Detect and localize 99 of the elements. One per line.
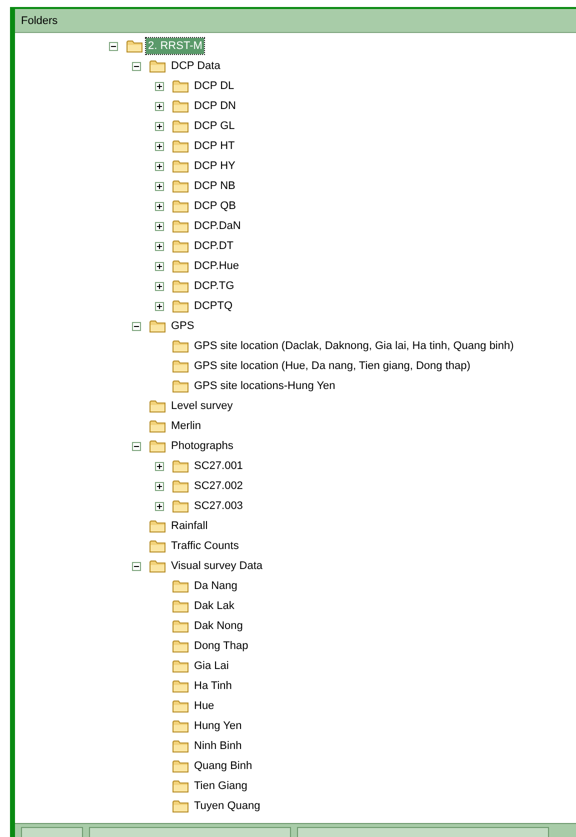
folder-label[interactable]: DCP DL xyxy=(192,78,236,94)
folder-icon xyxy=(172,119,189,133)
expand-button[interactable] xyxy=(155,162,164,170)
folder-label[interactable]: GPS xyxy=(169,318,196,334)
folder-label[interactable]: SC27.002 xyxy=(192,478,245,494)
folder-label[interactable]: DCP.Hue xyxy=(192,258,242,274)
folder-label[interactable]: Dak Lak xyxy=(192,598,236,614)
folder-icon xyxy=(172,99,189,113)
folder-label[interactable]: DCP QB xyxy=(192,198,238,214)
folder-label[interactable]: Hung Yen xyxy=(192,718,244,734)
expand-button[interactable] xyxy=(155,102,164,110)
collapse-button[interactable] xyxy=(132,322,141,330)
folder-icon xyxy=(172,179,189,193)
folder-icon xyxy=(149,399,166,413)
folder-icon xyxy=(172,799,189,813)
collapse-button[interactable] xyxy=(132,562,141,570)
folder-icon xyxy=(172,279,189,293)
folder-label[interactable]: Gia Lai xyxy=(192,658,231,674)
expand-button[interactable] xyxy=(155,222,164,230)
collapse-button[interactable] xyxy=(109,42,118,50)
expand-button[interactable] xyxy=(155,482,164,490)
collapse-button[interactable] xyxy=(132,62,141,70)
folder-icon xyxy=(172,699,189,713)
folder-icon xyxy=(149,59,166,73)
folder-label[interactable]: DCP HY xyxy=(192,158,238,174)
folder-label[interactable]: DCP GL xyxy=(192,118,237,134)
folder-icon xyxy=(172,679,189,693)
folder-label[interactable]: SC27.001 xyxy=(192,458,245,474)
folder-label[interactable]: Visual survey Data xyxy=(169,558,265,574)
folder-icon xyxy=(172,779,189,793)
expand-button[interactable] xyxy=(155,82,164,90)
folder-label[interactable]: Hue xyxy=(192,698,216,714)
folder-icon xyxy=(172,299,189,313)
folder-icon xyxy=(172,659,189,673)
folder-label[interactable]: Quang Binh xyxy=(192,758,254,774)
expand-button[interactable] xyxy=(155,462,164,470)
folder-icon xyxy=(172,199,189,213)
folder-icon xyxy=(149,559,166,573)
folder-icon xyxy=(172,619,189,633)
folder-icon xyxy=(172,719,189,733)
expand-button[interactable] xyxy=(155,122,164,130)
folder-label[interactable]: Rainfall xyxy=(169,518,210,534)
folder-icon xyxy=(149,519,166,533)
folder-icon xyxy=(172,579,189,593)
folder-icon xyxy=(149,439,166,453)
folder-icon xyxy=(172,159,189,173)
expand-button[interactable] xyxy=(155,502,164,510)
folder-label[interactable]: Dong Thap xyxy=(192,638,250,654)
folder-label[interactable]: DCP Data xyxy=(169,58,222,74)
expand-button[interactable] xyxy=(155,202,164,210)
folder-icon xyxy=(172,459,189,473)
folder-icon xyxy=(172,379,189,393)
expand-button[interactable] xyxy=(155,182,164,190)
folder-label[interactable]: GPS site location (Hue, Da nang, Tien giang, Dong thap) xyxy=(192,358,472,374)
folder-label[interactable]: Traffic Counts xyxy=(169,538,241,554)
folder-icon xyxy=(172,259,189,273)
folder-icon xyxy=(172,639,189,653)
folder-icon xyxy=(172,479,189,493)
folder-label[interactable]: Level survey xyxy=(169,398,235,414)
folder-icon xyxy=(149,419,166,433)
folder-label[interactable]: Dak Nong xyxy=(192,618,245,634)
folder-icon xyxy=(172,219,189,233)
folder-label[interactable]: Photographs xyxy=(169,438,236,454)
folder-icon xyxy=(149,319,166,333)
folder-label[interactable]: GPS site locations-Hung Yen xyxy=(192,378,338,394)
folder-label[interactable]: DCP NB xyxy=(192,178,238,194)
folder-label[interactable]: DCP DN xyxy=(192,98,238,114)
folder-label[interactable]: DCP.TG xyxy=(192,278,236,294)
folder-label[interactable]: DCP.DaN xyxy=(192,218,243,234)
expand-button[interactable] xyxy=(155,142,164,150)
folder-icon xyxy=(172,339,189,353)
folder-label[interactable]: Merlin xyxy=(169,418,203,434)
folder-label[interactable]: Ninh Binh xyxy=(192,738,244,754)
folder-icon xyxy=(172,359,189,373)
folder-icon xyxy=(126,39,143,53)
folder-label[interactable]: Tien Giang xyxy=(192,778,250,794)
folder-label[interactable]: Da Nang xyxy=(192,578,240,594)
folder-label[interactable]: DCPTQ xyxy=(192,298,234,314)
folder-icon xyxy=(172,499,189,513)
panel-title: Folders xyxy=(15,9,576,33)
folder-icon xyxy=(172,79,189,93)
expand-button[interactable] xyxy=(155,282,164,290)
folder-icon xyxy=(172,739,189,753)
folder-label[interactable]: GPS site location (Daclak, Daknong, Gia lai, Ha tinh, Quang binh) xyxy=(192,338,516,354)
folder-label[interactable]: DCP HT xyxy=(192,138,237,154)
collapse-button[interactable] xyxy=(132,442,141,450)
folder-icon xyxy=(172,139,189,153)
folder-label[interactable]: SC27.003 xyxy=(192,498,245,514)
folder-icon xyxy=(149,539,166,553)
folder-icon xyxy=(172,599,189,613)
folder-icon xyxy=(172,239,189,253)
folder-label[interactable]: Ha Tinh xyxy=(192,678,234,694)
start-button[interactable] xyxy=(21,827,83,837)
expand-button[interactable] xyxy=(155,262,164,270)
expand-button[interactable] xyxy=(155,302,164,310)
folder-icon xyxy=(172,759,189,773)
expand-button[interactable] xyxy=(155,242,164,250)
folder-label[interactable]: DCP.DT xyxy=(192,238,236,254)
folder-label[interactable]: Tuyen Quang xyxy=(192,798,262,814)
